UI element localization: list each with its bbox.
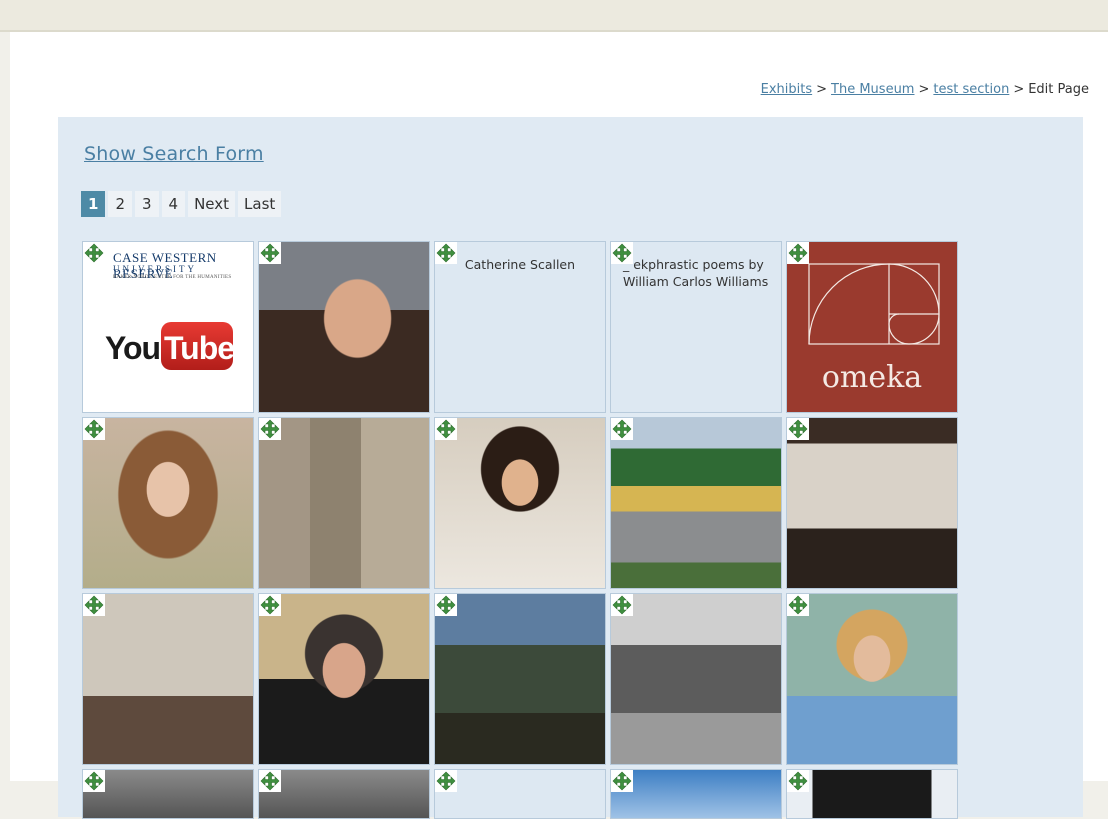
page-2-button[interactable]: 2: [108, 191, 132, 217]
portrait-photo: [259, 594, 429, 764]
cwru-center: BAKER-NORD CENTER FOR THE HUMANITIES: [113, 275, 232, 280]
item-tile[interactable]: [434, 593, 606, 765]
item-tile[interactable]: Catherine Scallen: [434, 241, 606, 413]
cwru-youtube-image: CASE WESTERN RESERVE UNIVERSITY BAKER-NO…: [83, 242, 253, 412]
browser-top-band: [0, 0, 1108, 32]
item-grid: CASE WESTERN RESERVE UNIVERSITY BAKER-NO…: [82, 241, 958, 765]
portrait-photo: [83, 418, 253, 588]
move-arrows-icon[interactable]: [259, 418, 281, 440]
page: Exhibits > The Museum > test section > Edit Pa…: [10, 32, 1108, 819]
item-tile[interactable]: _ ekphrastic poems by William Carlos Wil…: [610, 241, 782, 413]
sculpture-photo: [83, 594, 253, 764]
last-page-button[interactable]: Last: [238, 191, 282, 217]
move-arrows-icon[interactable]: [611, 594, 633, 616]
item-tile[interactable]: CASE WESTERN RESERVE UNIVERSITY BAKER-NO…: [82, 241, 254, 413]
move-arrows-icon[interactable]: [787, 418, 809, 440]
item-tile[interactable]: [82, 593, 254, 765]
item-caption: _ ekphrastic poems by William Carlos Wil…: [623, 257, 769, 289]
item-image: [435, 770, 605, 818]
breadcrumb-separator: >: [918, 82, 930, 97]
move-arrows-icon[interactable]: [435, 594, 457, 616]
item-tile[interactable]: [610, 417, 782, 589]
breadcrumb: Exhibits > The Museum > test section > Edit Pa…: [761, 82, 1089, 97]
item-tile[interactable]: omeka: [786, 241, 958, 413]
item-tile[interactable]: [258, 417, 430, 589]
portrait-painting-image: [787, 594, 957, 764]
page-1-button[interactable]: 1: [81, 191, 106, 217]
breadcrumb-exhibits-link[interactable]: Exhibits: [761, 82, 813, 97]
page-3-button[interactable]: 3: [134, 191, 159, 217]
page-4-button[interactable]: 4: [161, 191, 186, 217]
breadcrumb-museum-link[interactable]: The Museum: [831, 82, 914, 97]
gallery-photo: [787, 418, 957, 588]
move-arrows-icon[interactable]: [611, 418, 633, 440]
move-arrows-icon[interactable]: [787, 242, 809, 264]
move-arrows-icon[interactable]: [435, 770, 457, 792]
show-search-form-link[interactable]: Show Search Form: [84, 143, 264, 165]
move-arrows-icon[interactable]: [259, 242, 281, 264]
portrait-photo: [435, 418, 605, 588]
item-caption: Catherine Scallen: [464, 257, 576, 272]
item-tile[interactable]: [786, 769, 958, 819]
item-tile[interactable]: [610, 769, 782, 819]
breadcrumb-separator: >: [816, 82, 828, 97]
item-tile[interactable]: [610, 593, 782, 765]
move-arrows-icon[interactable]: [787, 770, 809, 792]
item-grid-partial-row: [82, 769, 958, 819]
move-arrows-icon[interactable]: [259, 770, 281, 792]
youtube-you: You: [105, 330, 161, 366]
breadcrumb-current: Edit Page: [1028, 82, 1089, 97]
move-arrows-icon[interactable]: [435, 242, 457, 264]
portrait-photo: [259, 242, 429, 412]
move-arrows-icon[interactable]: [787, 594, 809, 616]
move-arrows-icon[interactable]: [611, 770, 633, 792]
item-tile[interactable]: [258, 593, 430, 765]
building-photo: [259, 418, 429, 588]
item-tile[interactable]: [258, 241, 430, 413]
move-arrows-icon[interactable]: [611, 242, 633, 264]
breadcrumb-section-link[interactable]: test section: [933, 82, 1009, 97]
next-page-button[interactable]: Next: [188, 191, 236, 217]
item-image: [259, 770, 429, 818]
youtube-tube: Tube: [164, 330, 235, 366]
item-tile[interactable]: [82, 417, 254, 589]
item-image: [83, 770, 253, 818]
item-image: [611, 770, 781, 818]
move-arrows-icon[interactable]: [83, 594, 105, 616]
item-picker-panel: Show Search Form 1 2 3 4 Next Last CASE …: [58, 117, 1083, 819]
omeka-wordmark: omeka: [821, 360, 923, 395]
move-arrows-icon[interactable]: [83, 770, 105, 792]
item-tile[interactable]: [82, 769, 254, 819]
item-tile[interactable]: [258, 769, 430, 819]
move-arrows-icon[interactable]: [435, 418, 457, 440]
move-arrows-icon[interactable]: [259, 594, 281, 616]
item-tile[interactable]: [786, 593, 958, 765]
item-image: [787, 770, 957, 818]
item-tile[interactable]: [434, 769, 606, 819]
historic-building-photo: [611, 594, 781, 764]
painting-image: [435, 594, 605, 764]
left-gutter: [0, 32, 10, 781]
item-tile[interactable]: [786, 417, 958, 589]
cwru-university: UNIVERSITY: [113, 264, 197, 274]
omeka-spiral-icon: [808, 263, 940, 345]
omeka-logo: omeka: [787, 242, 957, 412]
move-arrows-icon[interactable]: [83, 418, 105, 440]
palace-photo: [611, 418, 781, 588]
pagination: 1 2 3 4 Next Last: [81, 191, 282, 217]
item-tile[interactable]: [434, 417, 606, 589]
breadcrumb-separator: >: [1013, 82, 1025, 97]
move-arrows-icon[interactable]: [83, 242, 105, 264]
